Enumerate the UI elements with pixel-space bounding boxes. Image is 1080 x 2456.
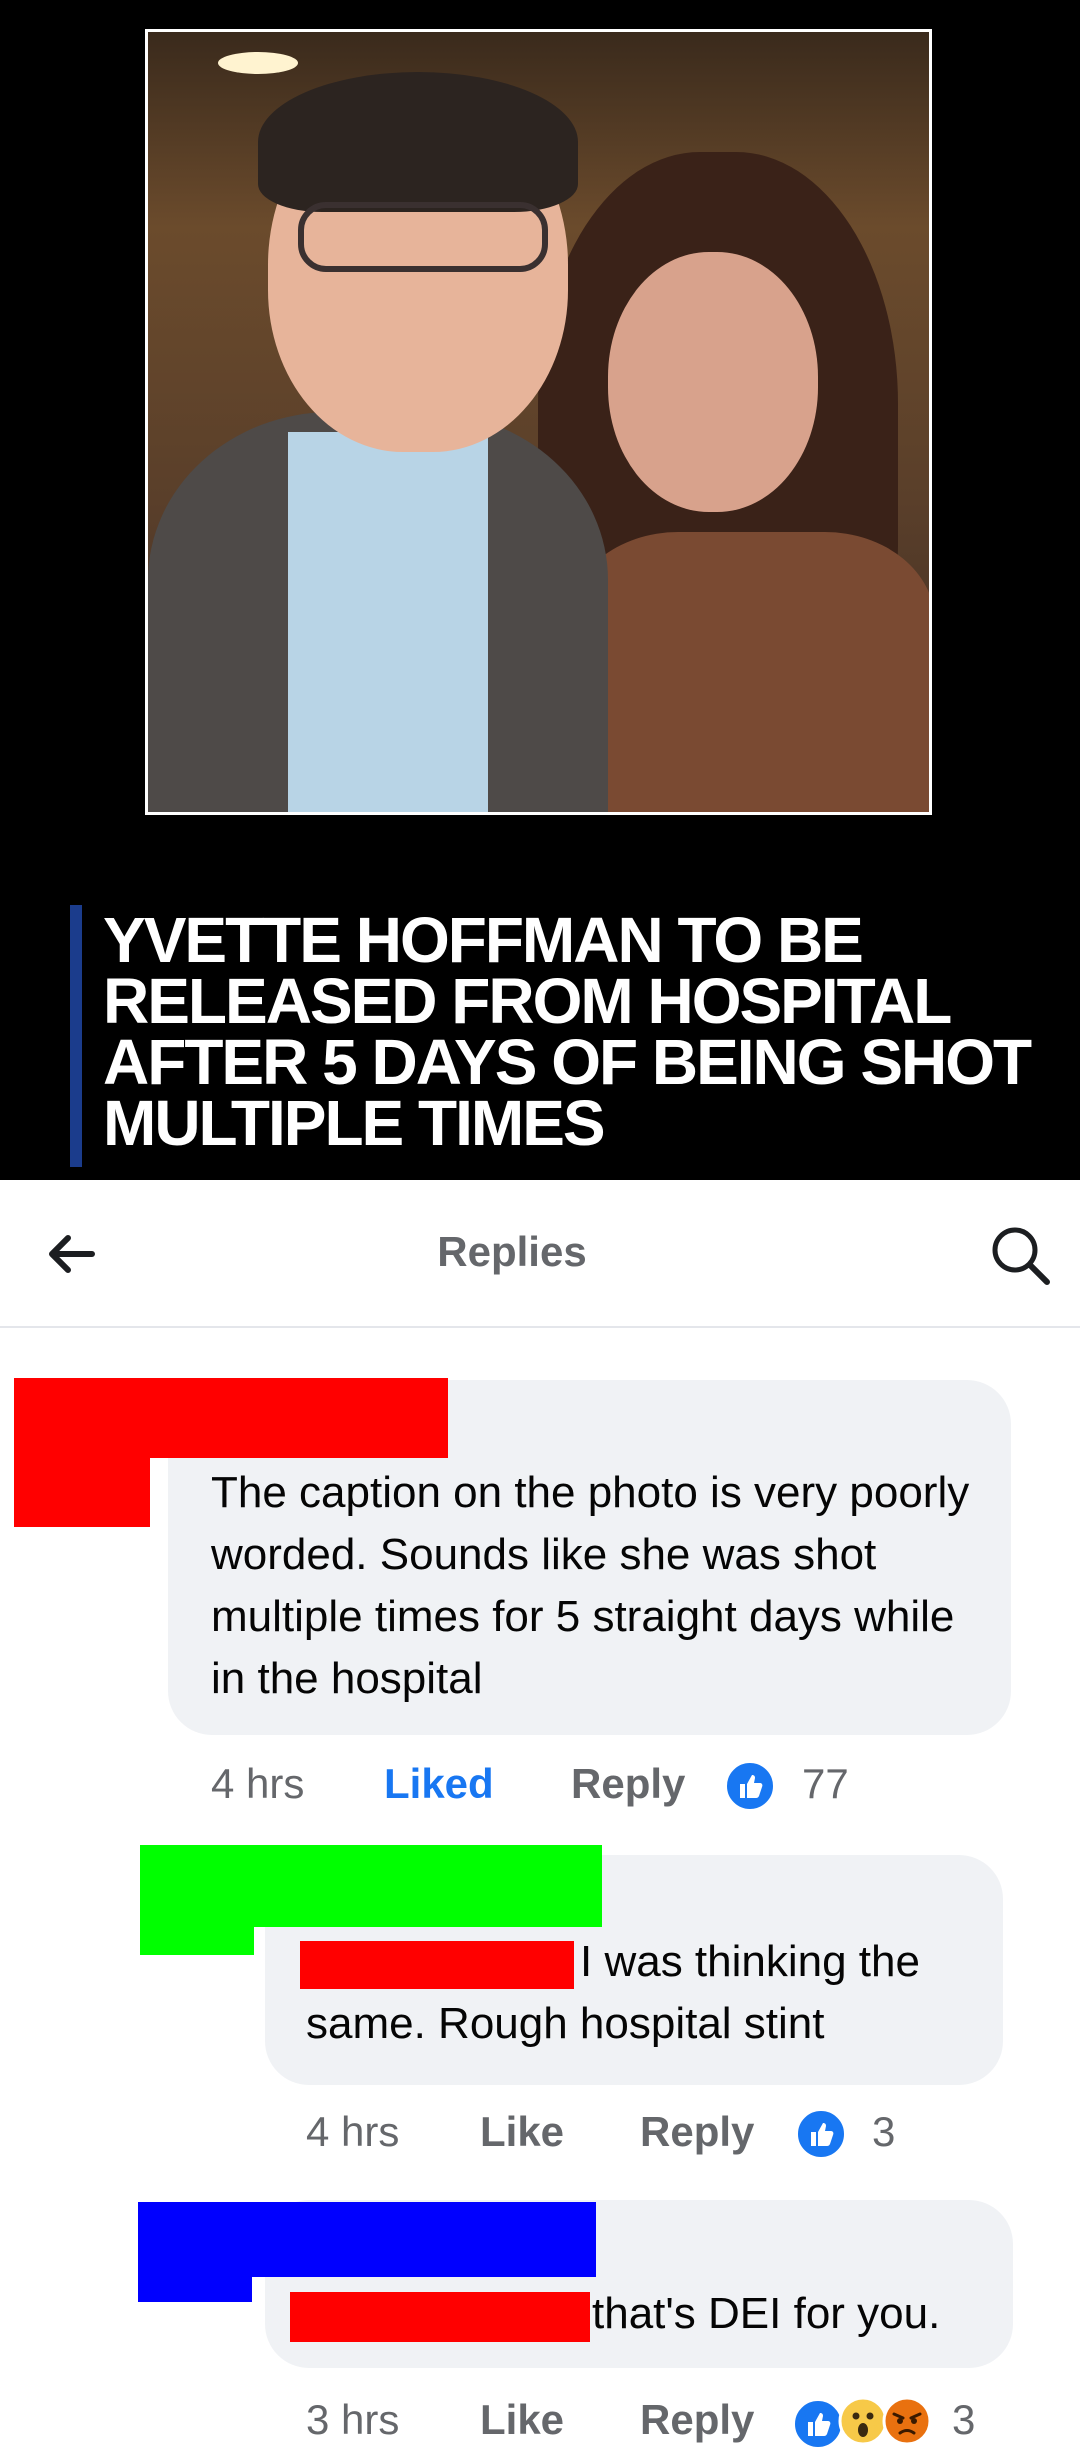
commenter-name-redaction xyxy=(140,1845,602,1927)
search-icon[interactable] xyxy=(985,1220,1055,1290)
commenter-avatar-redaction xyxy=(138,2274,252,2302)
news-headline: YVETTE HOFFMAN TO BE RELEASED FROM HOSPI… xyxy=(103,904,1032,1159)
reaction-count: 3 xyxy=(872,2108,896,2155)
like-button[interactable]: Like xyxy=(480,2108,564,2156)
angry-reaction-icon xyxy=(882,2396,932,2446)
news-photo xyxy=(145,29,932,815)
comment-time: 4 hrs xyxy=(306,2108,400,2155)
like-reaction-icon xyxy=(724,1760,776,1812)
commenter-avatar-redaction xyxy=(140,1925,254,1955)
comment: I was thinking the same. Rough hospital … xyxy=(0,1845,1080,2175)
comment: The caption on the photo is very poorly … xyxy=(0,1370,1080,1830)
like-reaction-icon xyxy=(795,2108,847,2160)
like-button[interactable]: Like xyxy=(480,2396,564,2444)
comment-time: 3 hrs xyxy=(306,2396,400,2443)
reply-button[interactable]: Reply xyxy=(640,2396,754,2444)
reply-button[interactable]: Reply xyxy=(640,2108,754,2156)
comment: that's DEI for you. 3 hrs Like Reply 3 xyxy=(0,2198,1080,2456)
like-button[interactable]: Liked xyxy=(384,1760,494,1808)
comment-text: I was thinking the same. Rough hospital … xyxy=(306,1937,920,2048)
reaction-count: 77 xyxy=(802,1760,849,1807)
comment-time: 4 hrs xyxy=(211,1760,305,1807)
wow-reaction-icon xyxy=(838,2396,888,2446)
mention-redaction xyxy=(290,2292,590,2342)
commenter-name-redaction xyxy=(14,1378,448,1458)
comment-text: The caption on the photo is very poorly … xyxy=(211,1468,970,1703)
page-title: Replies xyxy=(437,1228,587,1275)
reaction-count: 3 xyxy=(952,2396,976,2443)
comment-text: that's DEI for you. xyxy=(592,2289,941,2338)
reply-button[interactable]: Reply xyxy=(571,1760,685,1808)
like-reaction-icon xyxy=(792,2398,844,2450)
commenter-avatar-redaction xyxy=(14,1450,150,1527)
headline-accent-bar xyxy=(70,905,82,1167)
commenter-name-redaction xyxy=(138,2202,596,2277)
